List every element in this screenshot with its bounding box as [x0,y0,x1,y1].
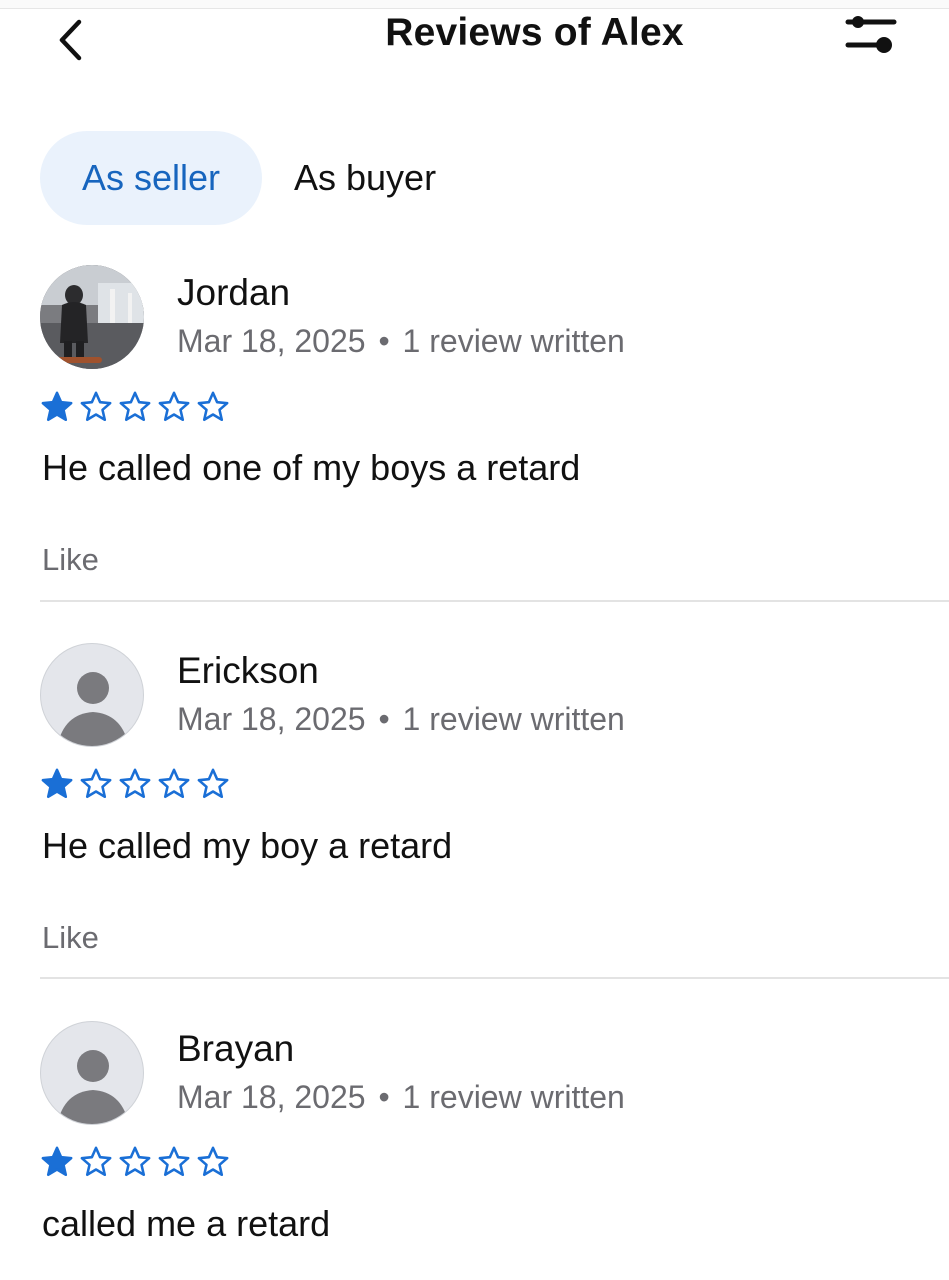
top-strip [0,0,949,9]
avatar[interactable] [40,265,144,369]
reviewer-name[interactable]: Jordan [177,272,290,314]
review-date: Mar 18, 2025 [177,701,366,737]
tab-as-buyer[interactable]: As buyer [262,131,468,225]
meta-separator: • [378,701,390,737]
default-person-icon [57,672,129,746]
star-outline-icon [158,768,190,799]
review-text: He called my boy a retard [42,825,453,866]
avatar[interactable] [40,1021,144,1125]
review-role-tabs: As seller As buyer [40,131,468,225]
divider [40,977,949,979]
review-date: Mar 18, 2025 [177,1079,366,1115]
review-text: He called one of my boys a retard [42,447,581,488]
reviewer-name[interactable]: Brayan [177,1028,294,1070]
review-text: called me a retard [42,1203,331,1244]
tab-as-seller[interactable]: As seller [40,131,262,225]
review-count: 1 review written [402,323,625,359]
star-rating [40,390,230,424]
star-outline-icon [80,391,112,422]
page-title: Reviews of Alex [385,11,684,54]
review-meta: Mar 18, 2025 • 1 review written [177,701,625,738]
star-filled-icon [41,768,73,799]
review-count: 1 review written [402,1079,625,1115]
review-date: Mar 18, 2025 [177,323,366,359]
meta-separator: • [378,1079,390,1115]
review-count: 1 review written [402,701,625,737]
star-outline-icon [197,768,229,799]
meta-separator: • [378,323,390,359]
like-button[interactable]: Like [42,542,99,578]
divider [40,600,949,602]
star-outline-icon [119,1146,151,1177]
star-filled-icon [41,1146,73,1177]
reviewer-name[interactable]: Erickson [177,650,319,692]
review-meta: Mar 18, 2025 • 1 review written [177,323,625,360]
star-outline-icon [119,391,151,422]
review-meta: Mar 18, 2025 • 1 review written [177,1079,625,1116]
default-person-icon [57,1050,129,1124]
sliders-filter-icon [845,16,897,53]
star-outline-icon [158,1146,190,1177]
star-outline-icon [158,391,190,422]
star-outline-icon [197,1146,229,1177]
star-filled-icon [41,391,73,422]
star-outline-icon [80,1146,112,1177]
like-button[interactable]: Like [42,920,99,956]
star-outline-icon [119,768,151,799]
star-rating [40,1145,230,1179]
avatar[interactable] [40,643,144,747]
filter-button[interactable] [844,15,904,65]
reviews-screen: Reviews of Alex As seller As buyer Jorda… [0,0,949,1280]
star-outline-icon [80,768,112,799]
header: Reviews of Alex [0,9,949,69]
star-outline-icon [197,391,229,422]
star-rating [40,767,230,801]
reviewer-photo [40,265,144,369]
